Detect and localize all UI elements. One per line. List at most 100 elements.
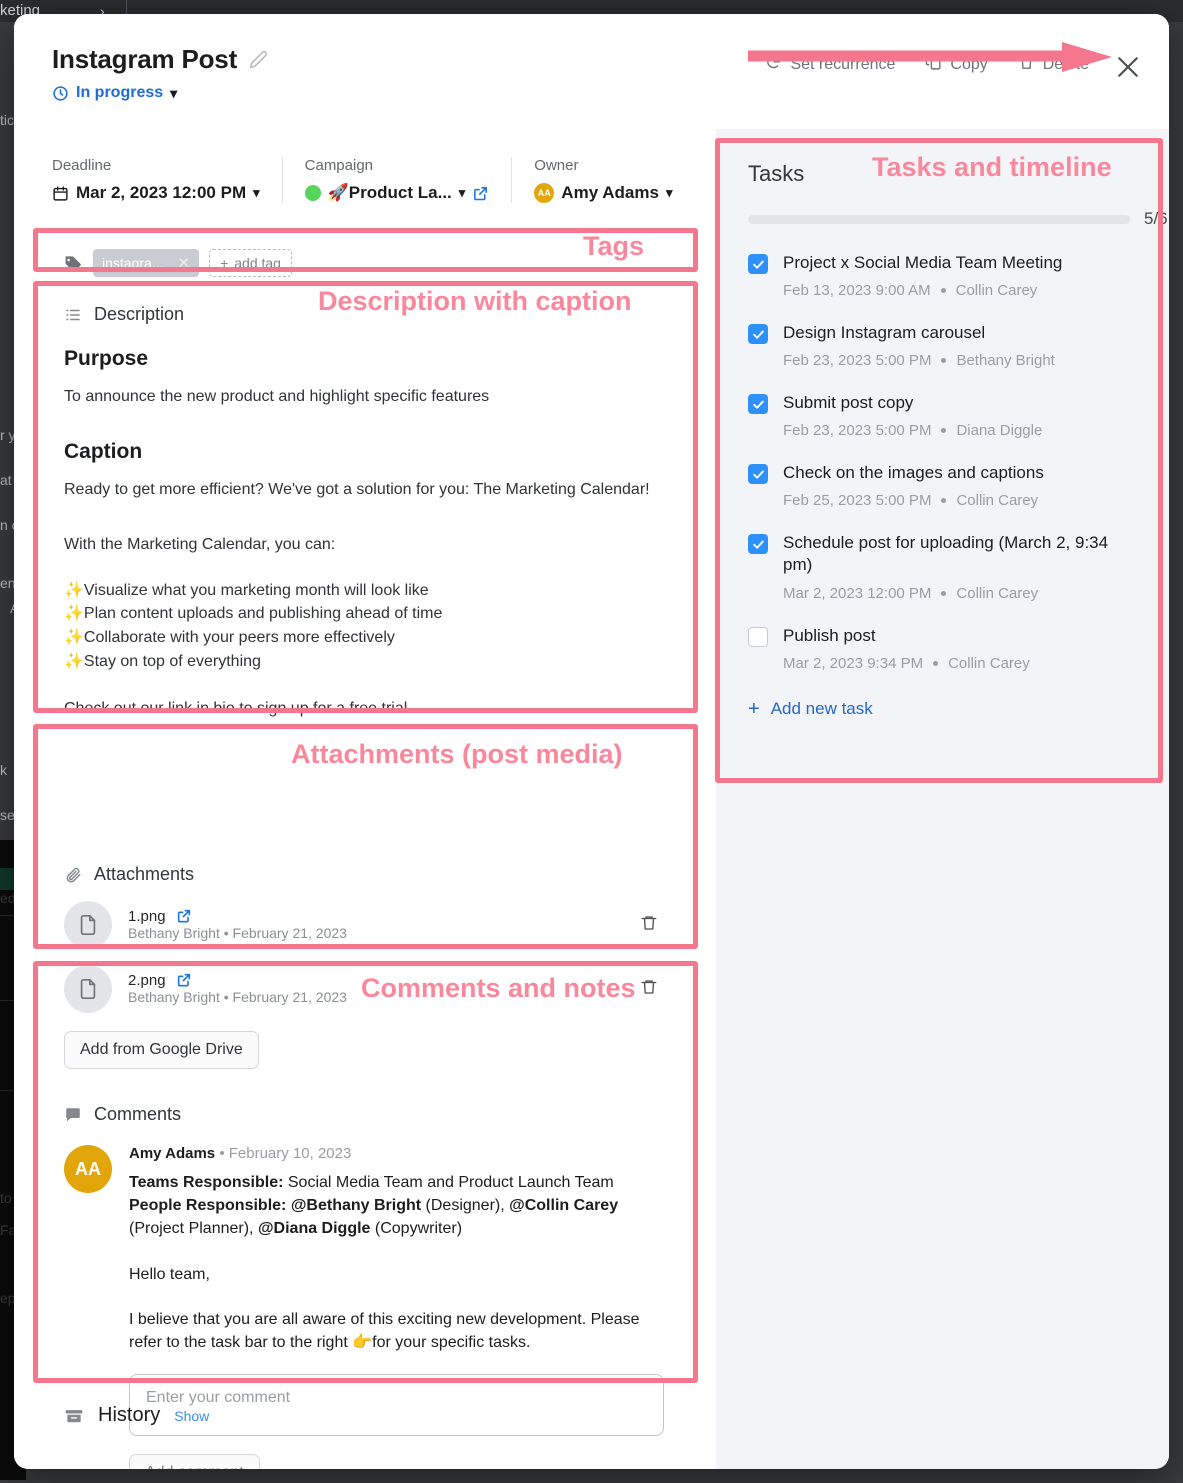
- tag-icon: [64, 254, 83, 273]
- copy-icon: [925, 54, 942, 76]
- close-icon[interactable]: ✕: [177, 254, 190, 272]
- teams-responsible-label: Teams Responsible:: [129, 1174, 284, 1191]
- history-section: History Show: [64, 1404, 209, 1427]
- delete-attachment-button[interactable]: [634, 908, 664, 943]
- task-row[interactable]: Schedule post for uploading (March 2, 9:…: [748, 532, 1169, 602]
- delete-button[interactable]: Delete: [1018, 54, 1089, 76]
- task-row[interactable]: Project x Social Media Team Meeting Feb …: [748, 252, 1169, 299]
- plus-icon: +: [748, 697, 760, 720]
- left-pane: Deadline Mar 2, 2023 12:00 PM ▾ Campaign…: [14, 129, 716, 1469]
- external-link-icon[interactable]: [472, 185, 489, 202]
- purpose-text: To announce the new product and highligh…: [64, 388, 490, 405]
- description-title: Description: [94, 304, 185, 324]
- task-subtitle: Feb 25, 2023 5:00 PM Collin Carey: [783, 492, 1044, 509]
- task-main: Schedule post for uploading (March 2, 9:…: [783, 532, 1135, 601]
- history-title: History: [98, 1404, 161, 1426]
- caption-bullets: ✨Visualize what you marketing month will…: [64, 579, 664, 674]
- task-checkbox[interactable]: [748, 254, 768, 274]
- task-row[interactable]: Publish post Mar 2, 2023 9:34 PM Collin …: [748, 625, 1169, 672]
- comment-author: Amy Adams: [129, 1145, 216, 1162]
- external-link-icon[interactable]: [176, 972, 192, 988]
- add-new-task-button[interactable]: + Add new task: [748, 698, 1169, 721]
- avatar: AA: [64, 1145, 112, 1193]
- caption-bullet: ✨Collaborate with your peers more effect…: [64, 628, 395, 646]
- task-title: Design Instagram carousel: [783, 323, 986, 343]
- meta-row: Deadline Mar 2, 2023 12:00 PM ▾ Campaign…: [52, 157, 694, 203]
- set-recurrence-label: Set recurrence: [790, 56, 896, 73]
- separator: [941, 590, 947, 596]
- task-assignee: Collin Carey: [956, 492, 1039, 510]
- chevron-down-icon: ▾: [170, 84, 178, 101]
- right-pane: Tasks 5/6 Project x Social Media Team Me…: [716, 129, 1169, 1469]
- task-row[interactable]: Submit post copy Feb 23, 2023 5:00 PM Di…: [748, 392, 1169, 439]
- list-icon: [64, 306, 82, 324]
- task-row[interactable]: Check on the images and captions Feb 25,…: [748, 462, 1169, 509]
- progress-count: 5/6: [1144, 209, 1168, 228]
- comment-line: Teams Responsible: Social Media Team and…: [129, 1171, 664, 1194]
- caption-bullet: ✨Stay on top of everything: [64, 652, 261, 670]
- separator: [941, 498, 947, 504]
- task-date: Feb 13, 2023 9:00 AM: [783, 282, 931, 300]
- task-checkbox[interactable]: [748, 464, 768, 485]
- calendar-icon: [52, 185, 69, 202]
- task-checkbox[interactable]: [748, 394, 768, 415]
- owner-value-row[interactable]: AA Amy Adams ▾: [534, 183, 672, 203]
- task-date: Mar 2, 2023 9:34 PM: [783, 654, 924, 672]
- background-fragment: at: [0, 472, 12, 488]
- task-subtitle: Mar 2, 2023 12:00 PM Collin Carey: [783, 585, 1135, 602]
- task-checkbox[interactable]: [748, 534, 768, 555]
- pencil-icon[interactable]: [249, 50, 268, 69]
- task-assignee: Diana Diggle: [956, 422, 1043, 440]
- campaign-value: 🚀Product La...: [327, 183, 452, 202]
- tasks-progress: 5/6: [748, 209, 1169, 229]
- caption-bullet: ✨Visualize what you marketing month will…: [64, 581, 429, 599]
- tag-chip[interactable]: instagra... ✕: [93, 249, 200, 277]
- deadline-value-row[interactable]: Mar 2, 2023 12:00 PM ▾: [52, 183, 260, 203]
- close-button[interactable]: [1107, 48, 1149, 90]
- task-checkbox[interactable]: [748, 324, 768, 345]
- recurrence-icon: [765, 54, 782, 76]
- attachment-name: 2.png: [128, 971, 166, 989]
- background-fragment: k: [0, 762, 7, 778]
- caption-lead: With the Marketing Calendar, you can:: [64, 536, 336, 554]
- history-show-link[interactable]: Show: [174, 1408, 209, 1424]
- external-link-icon[interactable]: [176, 908, 192, 924]
- attachment-row[interactable]: 1.png Bethany Bright • February 21, 2023: [64, 901, 664, 949]
- add-comment-button[interactable]: Add comment: [129, 1454, 260, 1469]
- comment-icon: [64, 1106, 82, 1124]
- modal-body: Deadline Mar 2, 2023 12:00 PM ▾ Campaign…: [14, 129, 1169, 1469]
- comment-body: Teams Responsible: Social Media Team and…: [129, 1171, 664, 1241]
- task-date: Feb 23, 2023 5:00 PM: [783, 422, 932, 440]
- add-from-google-drive-button[interactable]: Add from Google Drive: [64, 1031, 259, 1069]
- file-icon: [64, 901, 112, 949]
- set-recurrence-button[interactable]: Set recurrence: [765, 54, 895, 76]
- deadline-field: Deadline Mar 2, 2023 12:00 PM ▾: [52, 157, 282, 203]
- task-main: Design Instagram carousel Feb 23, 2023 5…: [783, 322, 1055, 369]
- copy-button[interactable]: Copy: [925, 54, 988, 76]
- task-main: Submit post copy Feb 23, 2023 5:00 PM Di…: [783, 392, 1042, 439]
- chevron-down-icon: ▾: [665, 185, 673, 200]
- campaign-value-row[interactable]: 🚀Product La... ▾: [304, 183, 490, 203]
- task-assignee: Collin Carey: [948, 654, 1030, 672]
- task-subtitle: Feb 23, 2023 5:00 PM Bethany Bright: [783, 352, 1055, 369]
- attachments-header: Attachments: [64, 864, 664, 885]
- clock-icon: [52, 85, 69, 102]
- task-assignee: Bethany Bright: [956, 352, 1055, 370]
- task-date: Mar 2, 2023 12:00 PM: [783, 584, 932, 602]
- delete-label: Delete: [1042, 56, 1089, 73]
- task-main: Publish post Mar 2, 2023 9:34 PM Collin …: [783, 625, 1030, 672]
- header-actions: Set recurrence Copy Delete: [765, 54, 1089, 76]
- comments-title: Comments: [94, 1104, 182, 1124]
- deadline-label: Deadline: [52, 157, 112, 174]
- task-assignee: Collin Carey: [955, 282, 1038, 300]
- task-row[interactable]: Design Instagram carousel Feb 23, 2023 5…: [748, 322, 1169, 369]
- file-icon: [64, 965, 112, 1013]
- task-title: Schedule post for uploading (March 2, 9:…: [783, 533, 1109, 575]
- separator: •: [223, 924, 233, 941]
- delete-attachment-button[interactable]: [634, 972, 664, 1007]
- annotation-label-tags: Tags: [583, 231, 645, 261]
- status-dropdown[interactable]: In progress ▾: [52, 84, 177, 102]
- add-tag-button[interactable]: + add tag: [209, 249, 292, 277]
- avatar: AA: [534, 183, 555, 203]
- task-checkbox[interactable]: [748, 626, 768, 647]
